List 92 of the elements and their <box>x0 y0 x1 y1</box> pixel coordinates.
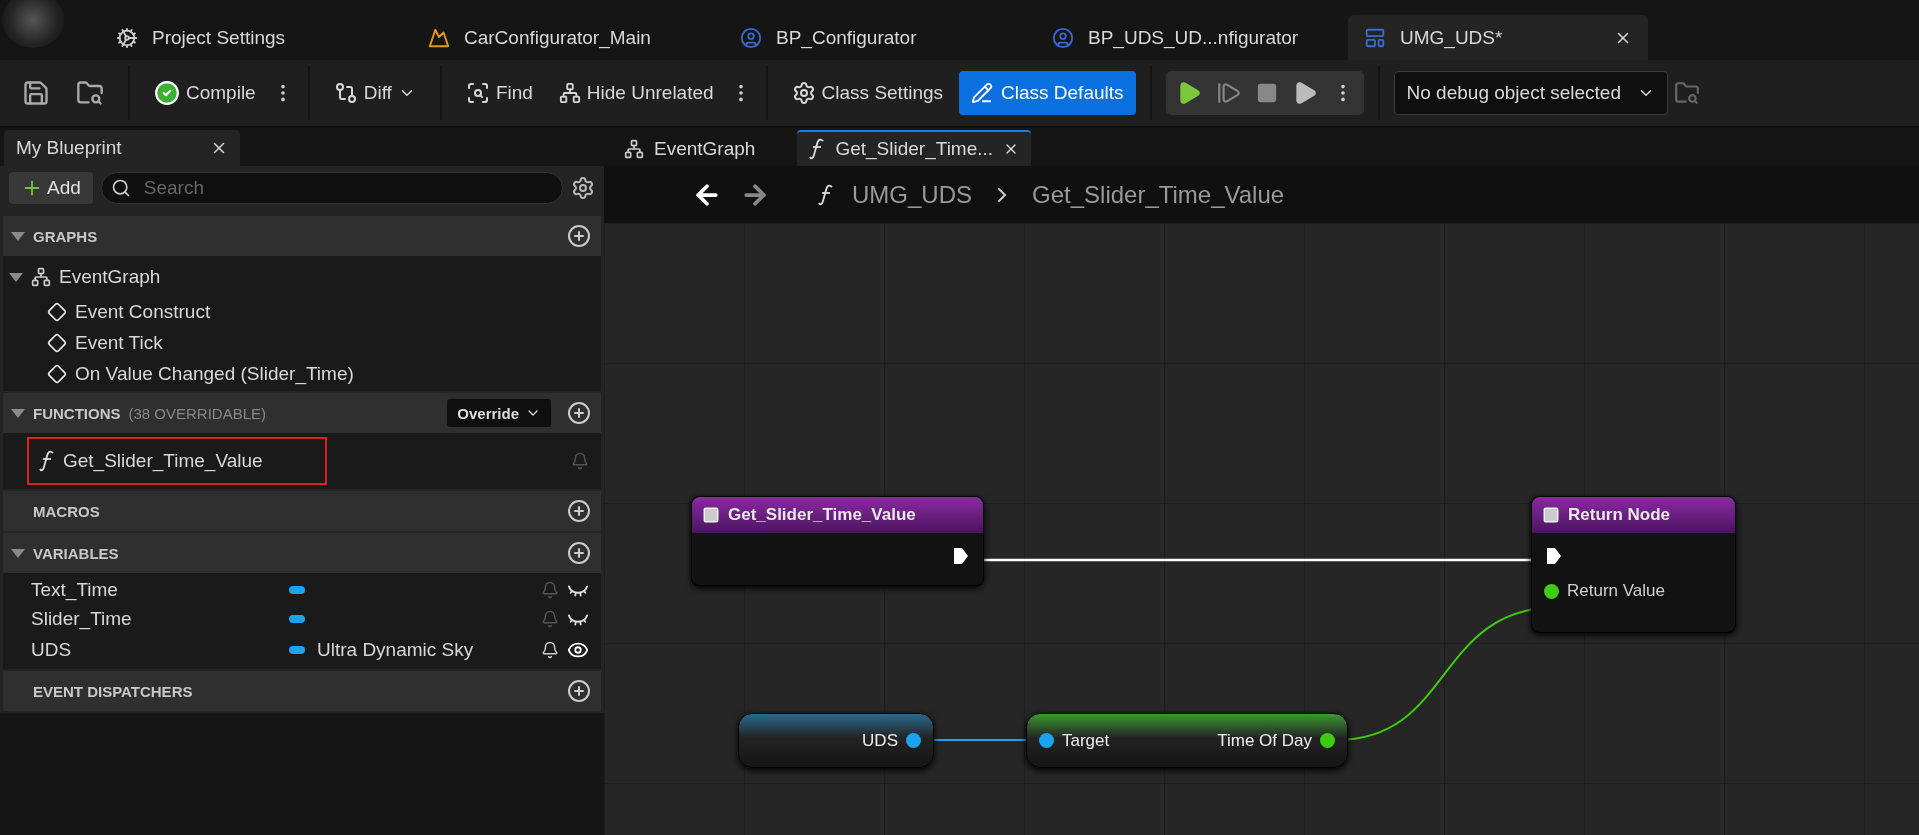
function-node-icon <box>1542 506 1560 524</box>
nodes-icon <box>558 82 581 104</box>
class-defaults-button[interactable]: Class Defaults <box>959 71 1136 115</box>
find-object-icon[interactable] <box>1673 80 1700 106</box>
node-title: Return Node <box>1532 497 1735 533</box>
add-icon[interactable] <box>567 401 591 425</box>
check-icon <box>154 80 180 106</box>
function-icon <box>809 138 826 160</box>
pencil-icon <box>971 82 994 104</box>
asset-tab[interactable]: Project Settings <box>100 15 400 60</box>
function-name: Get_Slider_Time_Value <box>63 450 263 472</box>
breadcrumb-item[interactable]: Get_Slider_Time_Value <box>1032 180 1285 209</box>
tree-item[interactable]: On Value Changed (Slider_Time) <box>3 358 601 389</box>
settings-icon <box>116 26 138 49</box>
pin-label: Target <box>1062 730 1110 751</box>
variable-item[interactable]: Text_Time <box>3 575 601 604</box>
graph-tab[interactable]: Get_Slider_Time... <box>797 130 1032 166</box>
asset-tab[interactable]: CarConfigurator_Main <box>412 15 712 60</box>
variable-name: Slider_Time <box>31 607 133 630</box>
event-icon <box>47 332 67 353</box>
function-icon <box>818 183 834 206</box>
step-icon[interactable] <box>1215 80 1242 106</box>
section-note: (38 OVERRIDABLE) <box>128 404 268 422</box>
function-node-icon <box>702 506 720 524</box>
graph-tab[interactable]: EventGraph <box>612 130 768 166</box>
function-item[interactable]: Get_Slider_Time_Value <box>3 435 601 487</box>
variable-type: Ultra Dynamic Sky <box>317 639 475 661</box>
type-pill-icon <box>289 646 305 654</box>
add-icon[interactable] <box>567 679 591 703</box>
settings-icon <box>791 81 816 105</box>
add-icon[interactable] <box>567 499 591 523</box>
search-field[interactable]: Search <box>100 172 563 204</box>
pin-label: Time Of Day <box>1217 730 1312 751</box>
event-icon <box>47 363 67 384</box>
find-button[interactable]: Find <box>455 75 543 111</box>
section-title: GRAPHS <box>33 227 98 245</box>
pin-label: Return Value <box>1567 581 1665 601</box>
function-icon <box>39 450 55 472</box>
variable-name: Text_Time <box>31 578 119 601</box>
section-title: VARIABLES <box>33 544 119 562</box>
class-settings-button[interactable]: Class Settings <box>781 75 954 111</box>
tree-item[interactable]: Event Construct <box>3 296 601 327</box>
exec-pin-icon <box>1546 547 1562 565</box>
add-icon[interactable] <box>567 541 591 565</box>
event-icon <box>47 301 67 322</box>
expand-triangle-icon[interactable] <box>11 548 25 558</box>
search-icon <box>110 178 131 198</box>
folder-search-icon <box>76 79 104 107</box>
add-button[interactable]: Add <box>9 172 93 204</box>
variable-item[interactable]: UDS Ultra Dynamic Sky <box>3 633 601 667</box>
stop-icon[interactable] <box>1255 82 1278 104</box>
tree-item[interactable]: EventGraph <box>3 258 601 296</box>
widget-icon <box>1364 26 1386 49</box>
section-title: FUNCTIONS <box>33 404 121 422</box>
bell-icon[interactable] <box>541 641 559 659</box>
graph-icon <box>31 267 51 287</box>
type-pill-icon <box>289 585 305 594</box>
variable-item[interactable]: Slider_Time <box>3 604 601 633</box>
node-title: Get_Slider_Time_Value <box>692 497 983 533</box>
exec-pin-icon <box>953 547 969 565</box>
asset-tab[interactable]: UMG_UDS* <box>1348 15 1648 60</box>
add-icon[interactable] <box>567 224 591 248</box>
asset-tab[interactable]: BP_Configurator <box>724 15 1024 60</box>
compile-button[interactable]: Compile <box>144 74 266 112</box>
graph-icon <box>624 139 644 159</box>
hide-unrelated-button[interactable]: Hide Unrelated <box>548 76 724 110</box>
engine-logo <box>2 0 64 48</box>
section-title: MACROS <box>33 502 100 520</box>
panel-tab[interactable]: My Blueprint <box>4 130 240 166</box>
level-icon <box>428 26 450 49</box>
float-pin-icon <box>1320 733 1335 748</box>
tree-item[interactable]: Event Tick <box>3 327 601 358</box>
search-icon <box>465 81 490 105</box>
diff-icon <box>333 81 358 105</box>
float-pin-icon <box>1544 583 1559 599</box>
blueprint-icon <box>740 26 762 49</box>
asset-tab[interactable]: BP_UDS_UD...nfigurator <box>1036 15 1336 60</box>
variable-name: UDS <box>31 639 73 661</box>
object-pin-icon <box>906 733 921 748</box>
diff-button[interactable]: Diff <box>323 75 426 111</box>
breadcrumb-item[interactable]: UMG_UDS <box>852 180 972 209</box>
settings-icon[interactable] <box>571 176 595 200</box>
blueprint-icon <box>1052 26 1074 49</box>
pin-label: UDS <box>862 730 898 751</box>
expand-triangle-icon[interactable] <box>11 231 25 241</box>
expand-triangle-icon <box>9 272 23 282</box>
type-pill-icon <box>289 614 305 623</box>
object-pin-icon <box>1039 733 1054 748</box>
section-title: EVENT DISPATCHERS <box>33 682 193 700</box>
expand-triangle-icon[interactable] <box>11 408 25 418</box>
override-dropdown[interactable]: Override <box>447 399 551 427</box>
debug-object-dropdown[interactable]: No debug object selected <box>1393 71 1668 115</box>
